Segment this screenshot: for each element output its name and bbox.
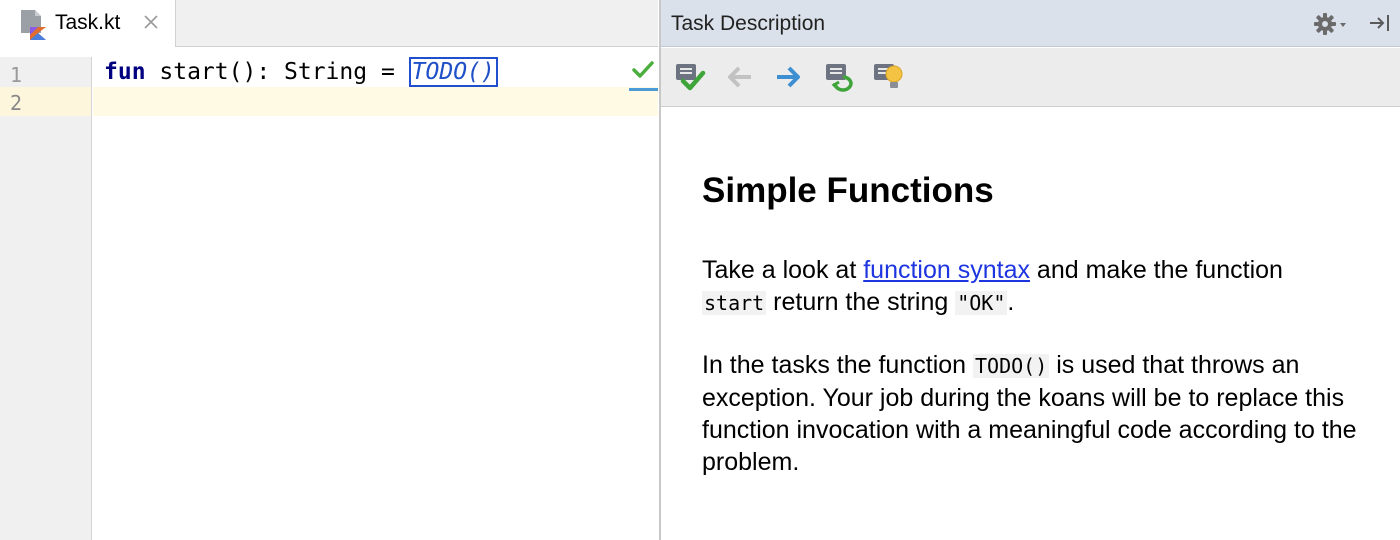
- task-paragraph: In the tasks the function TODO() is used…: [702, 349, 1362, 478]
- refresh-task-icon[interactable]: [821, 59, 857, 95]
- scrollbar-marker: [629, 88, 658, 91]
- close-icon[interactable]: [141, 12, 161, 32]
- file-tab-label: Task.kt: [55, 11, 121, 34]
- panel-title: Task Description: [671, 12, 826, 35]
- inline-code-start: start: [702, 291, 767, 315]
- gear-icon[interactable]: [1312, 11, 1348, 37]
- keyword-fun: fun: [104, 59, 146, 85]
- task-heading: Simple Functions: [702, 171, 994, 210]
- text: Take a look at: [702, 256, 864, 284]
- kotlin-file-icon: [21, 10, 46, 40]
- line-number-gutter: 1 2: [0, 57, 92, 540]
- text: return the string: [766, 288, 956, 316]
- editor-tab-bar: Task.kt: [0, 0, 658, 47]
- task-toolbar: [661, 48, 1400, 107]
- task-description-panel: Task Description Simple Functions Take a…: [659, 0, 1400, 540]
- task-paragraph: Take a look at function syntax and make …: [702, 254, 1362, 319]
- hint-icon[interactable]: [871, 59, 907, 95]
- line-number: 2: [10, 91, 23, 115]
- code-text-area[interactable]: fun start(): String = TODO(): [93, 57, 658, 540]
- inline-code-ok: "OK": [955, 291, 1008, 315]
- check-task-icon[interactable]: [671, 59, 707, 95]
- todo-call[interactable]: TODO(): [408, 57, 498, 87]
- current-line-highlight: [93, 87, 658, 116]
- text: .: [1007, 288, 1015, 316]
- next-task-icon[interactable]: [771, 59, 807, 95]
- line-number: 1: [10, 63, 23, 87]
- text: and make the function: [1029, 256, 1283, 284]
- inline-code-todo: TODO(): [973, 354, 1050, 378]
- hide-panel-icon[interactable]: [1368, 12, 1392, 34]
- function-syntax-link[interactable]: function syntax: [863, 256, 1030, 284]
- panel-header: Task Description: [661, 0, 1400, 47]
- code-line[interactable]: fun start(): String = TODO(): [104, 57, 498, 87]
- text: In the tasks the function: [702, 351, 973, 379]
- function-signature: start(): String =: [145, 59, 409, 85]
- code-editor[interactable]: Task.kt 1 2 fun start(): String = TODO(): [0, 0, 658, 540]
- check-icon: [632, 61, 654, 78]
- tab-task-kt[interactable]: Task.kt: [0, 0, 176, 47]
- previous-task-icon[interactable]: [721, 59, 757, 95]
- task-description-content: Simple Functions Take a look at function…: [702, 170, 1362, 508]
